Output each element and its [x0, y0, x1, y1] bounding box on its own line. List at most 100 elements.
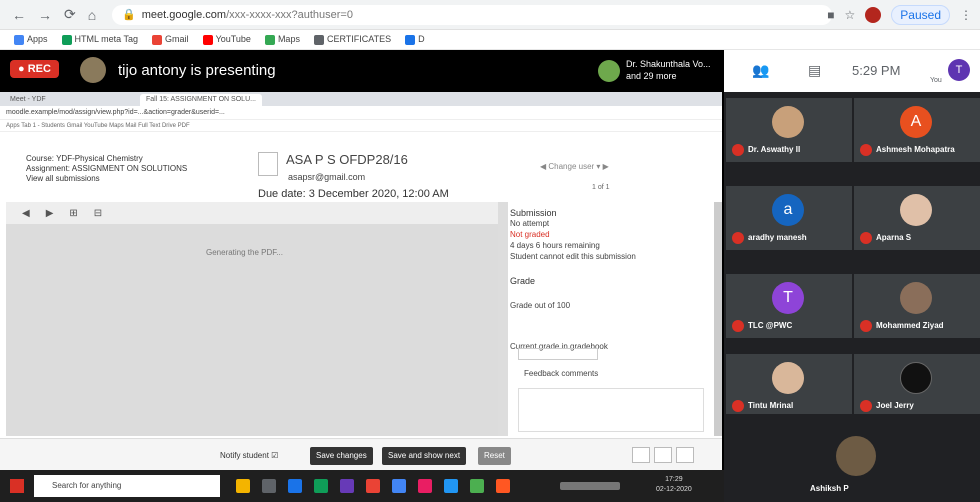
- participant-tile[interactable]: T TLC @PWC: [726, 274, 852, 338]
- grading-actions: Notify student ☑ Save changes Save and s…: [0, 438, 722, 470]
- assignment-name[interactable]: Assignment: ASSIGNMENT ON SOLUTIONS: [26, 164, 187, 174]
- student-name: ASA P S OFDP28/16: [286, 152, 408, 167]
- bookmark-label: Apps: [27, 34, 48, 45]
- clock-date: 02-12-2020: [656, 486, 692, 493]
- extension-icon[interactable]: ■: [827, 8, 834, 22]
- pdf-status: Generating the PDF...: [206, 248, 283, 257]
- mic-off-icon: [732, 400, 744, 412]
- browser-toolbar: ← → ⟳ ⌂ 🔒 meet.google.com/xxx-xxxx-xxx?au…: [0, 0, 980, 30]
- next-page-icon[interactable]: ▶: [46, 208, 54, 219]
- app-icon[interactable]: [366, 479, 380, 493]
- layout-right-icon[interactable]: [676, 447, 694, 463]
- bookmark-d[interactable]: D: [405, 34, 425, 45]
- mic-off-icon: [732, 320, 744, 332]
- participant-tile[interactable]: Aparna S: [854, 186, 980, 250]
- participant-tile[interactable]: Mohammed Ziyad: [854, 274, 980, 338]
- url-host: meet.google.com: [141, 9, 227, 21]
- submission-status: No attempt: [510, 219, 550, 228]
- participant-avatar: [900, 194, 932, 226]
- participant-avatar: T: [772, 282, 804, 314]
- address-bar[interactable]: 🔒 meet.google.com/xxx-xxxx-xxx?authuser=0: [112, 5, 832, 25]
- pinned-name: Dr. Shakunthala Vo...: [626, 59, 711, 69]
- browser-actions: ■ ☆ Paused ⋮: [827, 5, 972, 25]
- bookmark-maps[interactable]: Maps: [264, 34, 300, 45]
- feedback-box[interactable]: [518, 388, 704, 432]
- menu-icon[interactable]: ⋮: [960, 8, 972, 22]
- notify-label: Notify student: [220, 451, 269, 460]
- change-user-select[interactable]: ◀ Change user ▾ ▶: [540, 162, 609, 171]
- inner-address-bar[interactable]: moodle.example/mod/assign/view.php?id=..…: [0, 106, 722, 120]
- app-icon[interactable]: [444, 479, 458, 493]
- view-all-link[interactable]: View all submissions: [26, 174, 187, 184]
- people-icon[interactable]: 👥: [752, 62, 769, 79]
- participant-tile[interactable]: Dr. Aswathy II: [726, 98, 852, 162]
- profile-avatar[interactable]: [865, 7, 882, 23]
- bookmark-certificates[interactable]: CERTIFICATES: [313, 34, 392, 45]
- start-icon[interactable]: [10, 479, 24, 493]
- bookmark-label: Maps: [277, 34, 300, 45]
- app-icon[interactable]: [496, 479, 510, 493]
- inner-tab-active[interactable]: Fall 15: ASSIGNMENT ON SOLU...: [140, 94, 262, 106]
- pinned-participant[interactable]: Dr. Shakunthala Vo... and 29 more: [626, 58, 711, 82]
- participant-avatar: [900, 362, 932, 394]
- participant-avatar: [900, 282, 932, 314]
- meet-header: ● REC tijo antony is presenting Dr. Shak…: [0, 50, 724, 92]
- reload-icon[interactable]: ⟳: [64, 6, 76, 23]
- participant-tile[interactable]: a aradhy manesh: [726, 186, 852, 250]
- bookmark-youtube[interactable]: YouTube: [202, 34, 251, 45]
- grade-input[interactable]: [518, 348, 598, 360]
- notify-student-checkbox[interactable]: Notify student ☑: [220, 451, 278, 460]
- presenting-text: tijo antony is presenting: [118, 62, 276, 79]
- bookmark-apps[interactable]: Apps: [14, 34, 48, 45]
- rotate-icon[interactable]: ⊟: [94, 208, 102, 219]
- mic-off-icon: [860, 144, 872, 156]
- participant-tile[interactable]: A Ashmesh Mohapatra: [854, 98, 980, 162]
- layout-left-icon[interactable]: [632, 447, 650, 463]
- taskbar-search[interactable]: Search for anything: [34, 475, 220, 497]
- star-icon[interactable]: ☆: [845, 8, 856, 22]
- forward-icon[interactable]: →: [38, 7, 52, 23]
- back-icon[interactable]: ←: [12, 7, 26, 23]
- chat-icon[interactable]: ▤: [808, 62, 821, 79]
- meet-header-right: 👥 ▤ 5:29 PM T You: [724, 50, 980, 92]
- app-icon[interactable]: [236, 479, 250, 493]
- system-tray[interactable]: [560, 482, 620, 490]
- panel-scrollbar[interactable]: [714, 202, 722, 436]
- inner-tab[interactable]: Meet - YDF: [4, 94, 52, 106]
- self-avatar[interactable]: T: [948, 59, 970, 81]
- pdf-scrollbar[interactable]: [498, 202, 508, 436]
- participant-name: Aparna S: [876, 233, 912, 242]
- app-icon[interactable]: [314, 479, 328, 493]
- app-icon[interactable]: [288, 479, 302, 493]
- prev-page-icon[interactable]: ◀: [22, 208, 30, 219]
- bookmark-label: CERTIFICATES: [326, 34, 392, 45]
- self-video-tile[interactable]: Ashiksh P: [724, 414, 980, 502]
- self-name: Ashiksh P: [810, 484, 849, 493]
- save-changes-button[interactable]: Save changes: [310, 447, 373, 465]
- home-icon[interactable]: ⌂: [88, 7, 96, 23]
- bookmark-html-meta[interactable]: HTML meta Tag: [61, 34, 139, 45]
- grade-heading: Grade: [510, 276, 536, 286]
- participant-tile[interactable]: Joel Jerry: [854, 354, 980, 418]
- app-icon[interactable]: [470, 479, 484, 493]
- app-icon[interactable]: [418, 479, 432, 493]
- taskbar-clock[interactable]: 17:29 02-12-2020: [656, 475, 692, 495]
- reset-button[interactable]: Reset: [478, 447, 511, 465]
- participant-avatar: a: [772, 194, 804, 226]
- windows-taskbar: Search for anything 17:29 02-12-2020: [0, 470, 724, 502]
- bookmark-gmail[interactable]: Gmail: [152, 34, 189, 45]
- save-and-next-button[interactable]: Save and show next: [382, 447, 467, 465]
- app-icon[interactable]: [262, 479, 276, 493]
- app-icon[interactable]: [340, 479, 354, 493]
- zoom-icon[interactable]: ⊞: [69, 208, 77, 219]
- participant-tile[interactable]: Tintu Mrinal: [726, 354, 852, 418]
- student-email: asapsr@gmail.com: [288, 172, 366, 182]
- bookmark-label: HTML meta Tag: [74, 34, 139, 45]
- layout-mid-icon[interactable]: [654, 447, 672, 463]
- clock: 5:29 PM: [852, 63, 901, 78]
- pdf-toolbar: ◀ ▶ ⊞ ⊟: [6, 202, 498, 224]
- participant-name: Mohammed Ziyad: [876, 321, 944, 330]
- mic-off-icon: [732, 144, 744, 156]
- paused-badge[interactable]: Paused: [891, 5, 950, 25]
- chrome-icon[interactable]: [392, 479, 406, 493]
